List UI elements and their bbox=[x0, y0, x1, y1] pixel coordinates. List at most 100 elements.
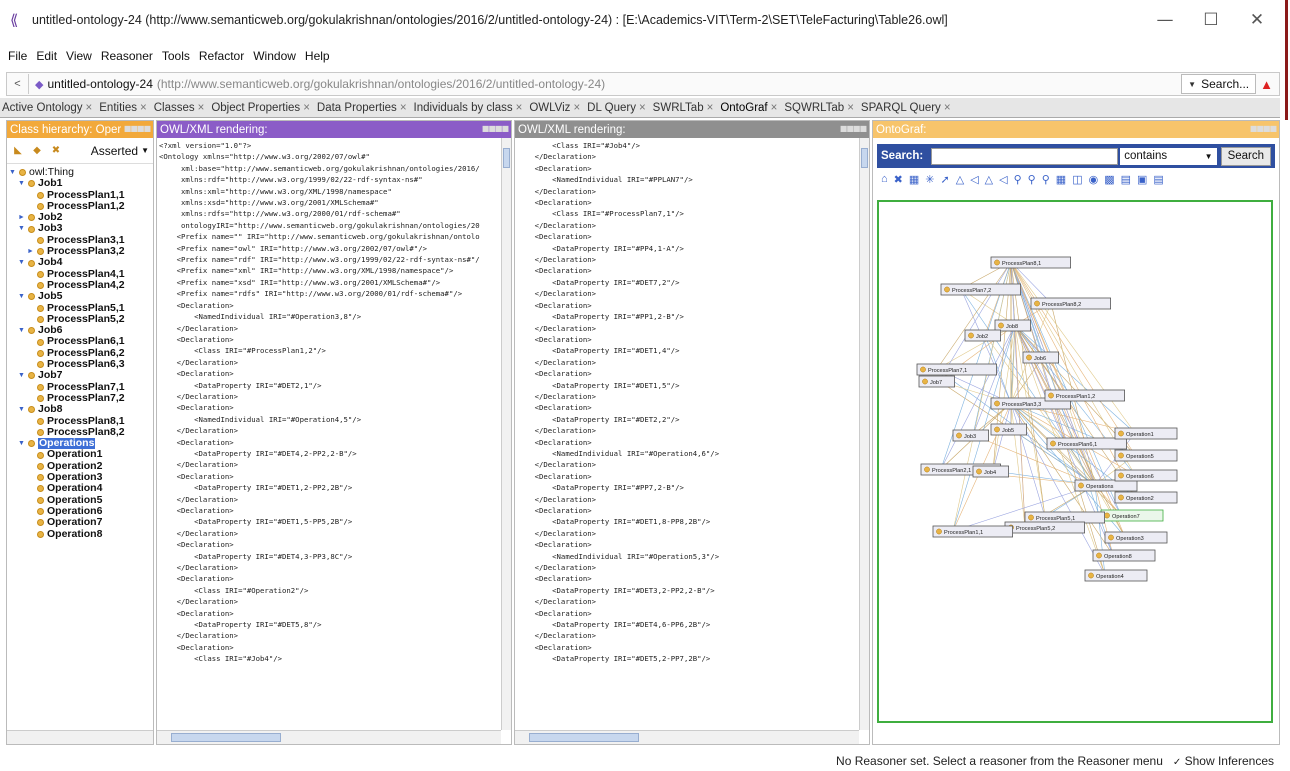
graph-node[interactable]: Job5 bbox=[990, 423, 1027, 436]
tree-toggle-icon[interactable]: ► bbox=[27, 246, 37, 257]
graph-node[interactable]: Operation8 bbox=[1092, 549, 1156, 562]
tree-toggle-icon[interactable]: ▼ bbox=[9, 167, 19, 178]
tree-toggle-icon[interactable]: ▼ bbox=[18, 257, 28, 268]
horizontal-scrollbar[interactable] bbox=[157, 730, 501, 744]
graph-node[interactable]: Job3 bbox=[952, 429, 989, 442]
horizontal-tree-icon[interactable]: ◁ bbox=[970, 173, 978, 186]
zoom-out-icon[interactable]: ⚲ bbox=[1028, 173, 1036, 186]
tab-swrltab[interactable]: SWRLTab × bbox=[651, 102, 719, 114]
add-sibling-icon[interactable]: ◆ bbox=[30, 144, 44, 158]
graph-node[interactable]: ProcessPlan8,2 bbox=[1030, 297, 1111, 310]
tree-node[interactable]: ProcessPlan1,2 bbox=[9, 200, 153, 212]
show-inferences-toggle[interactable]: ✓ Show Inferences bbox=[1173, 754, 1274, 768]
tree-node[interactable]: ProcessPlan4,2 bbox=[9, 279, 153, 291]
vertical-tree-icon[interactable]: △ bbox=[985, 173, 993, 186]
graph-node[interactable]: Job2 bbox=[964, 329, 1001, 342]
graph-node[interactable]: Job6 bbox=[1022, 351, 1059, 364]
tree-layout-icon[interactable]: △ bbox=[956, 173, 964, 186]
zoom-fit-icon[interactable]: ⚲ bbox=[1042, 173, 1050, 186]
directed-layout-icon[interactable]: ◁ bbox=[999, 173, 1007, 186]
view-controls-icon[interactable]: ■■■■ bbox=[124, 124, 151, 133]
tab-data-properties[interactable]: Data Properties × bbox=[315, 102, 412, 114]
graph-node[interactable]: Operation2 bbox=[1114, 491, 1178, 504]
ontograf-search-button[interactable]: Search bbox=[1220, 146, 1271, 166]
add-subclass-icon[interactable]: ◣ bbox=[11, 144, 25, 158]
remove-node-icon[interactable]: ✖ bbox=[894, 173, 903, 186]
graph-node[interactable]: ProcessPlan8,1 bbox=[990, 256, 1071, 269]
node-filter-icon[interactable]: ◫ bbox=[1072, 173, 1082, 186]
home-icon[interactable]: ⌂ bbox=[881, 173, 888, 185]
tab-close-icon[interactable]: × bbox=[573, 102, 580, 114]
view-controls-icon[interactable]: ■■■■ bbox=[1250, 124, 1277, 133]
tree-toggle-icon[interactable]: ▼ bbox=[18, 438, 28, 449]
tab-individuals-by-class[interactable]: Individuals by class × bbox=[412, 102, 528, 114]
delete-class-icon[interactable]: ✖ bbox=[49, 144, 63, 158]
tree-node[interactable]: Operation4 bbox=[9, 483, 153, 494]
ontograf-search-input[interactable] bbox=[931, 147, 1119, 165]
graph-node[interactable]: Operation7 bbox=[1100, 509, 1164, 522]
fullscreen-icon[interactable]: ▤ bbox=[1153, 173, 1163, 186]
ontograf-graph[interactable]: ProcessPlan8,1 ProcessPlan7,2 ProcessPlan8… bbox=[879, 202, 1271, 721]
spring-layout-icon[interactable]: ➚ bbox=[941, 173, 950, 186]
tab-close-icon[interactable]: × bbox=[140, 102, 147, 114]
menu-reasoner[interactable]: Reasoner bbox=[101, 49, 153, 63]
minimize-button[interactable]: — bbox=[1142, 10, 1188, 30]
tab-close-icon[interactable]: × bbox=[400, 102, 407, 114]
tree-node[interactable]: ProcessPlan7,2 bbox=[9, 392, 153, 404]
view-controls-icon[interactable]: ■■■■ bbox=[840, 124, 867, 133]
tab-ontograf[interactable]: OntoGraf × bbox=[718, 102, 782, 114]
menu-view[interactable]: View bbox=[66, 49, 92, 63]
save-image-icon[interactable]: ▤ bbox=[1121, 173, 1131, 186]
graph-node[interactable]: ProcessPlan6,1 bbox=[1046, 437, 1127, 450]
vertical-scrollbar[interactable] bbox=[859, 138, 869, 730]
tree-node[interactable]: ProcessPlan6,3 bbox=[9, 358, 153, 370]
export-icon[interactable]: ▩ bbox=[1104, 173, 1114, 186]
ontology-name[interactable]: untitled-ontology-24 bbox=[47, 77, 152, 91]
tab-close-icon[interactable]: × bbox=[847, 102, 854, 114]
tree-toggle-icon[interactable]: ▼ bbox=[18, 370, 28, 381]
horizontal-scrollbar[interactable] bbox=[7, 730, 153, 744]
tree-node[interactable]: ► ProcessPlan3,2 bbox=[9, 245, 153, 257]
arc-filter-icon[interactable]: ◉ bbox=[1089, 173, 1099, 186]
tab-close-icon[interactable]: × bbox=[516, 102, 523, 114]
close-button[interactable]: ✕ bbox=[1234, 10, 1280, 30]
menu-help[interactable]: Help bbox=[305, 49, 330, 63]
graph-node[interactable]: Job4 bbox=[972, 465, 1009, 478]
graph-node[interactable]: Operation4 bbox=[1084, 569, 1148, 582]
menu-file[interactable]: File bbox=[8, 49, 27, 63]
match-mode-dropdown[interactable]: contains ▼ bbox=[1120, 147, 1217, 165]
graph-node[interactable]: Operation5 bbox=[1114, 449, 1178, 462]
view-controls-icon[interactable]: ■■■■ bbox=[482, 124, 509, 133]
graph-node[interactable]: ProcessPlan1,2 bbox=[1044, 389, 1125, 402]
graph-node[interactable]: Operation1 bbox=[1114, 427, 1178, 440]
tab-dl-query[interactable]: DL Query × bbox=[585, 102, 651, 114]
tab-close-icon[interactable]: × bbox=[198, 102, 205, 114]
tab-sparql-query[interactable]: SPARQL Query × bbox=[859, 102, 956, 114]
maximize-button[interactable]: ☐ bbox=[1188, 10, 1234, 30]
filter-icon[interactable]: ▦ bbox=[1056, 173, 1066, 186]
tab-close-icon[interactable]: × bbox=[771, 102, 778, 114]
horizontal-scrollbar[interactable] bbox=[515, 730, 859, 744]
graph-node[interactable]: ProcessPlan7,2 bbox=[940, 283, 1021, 296]
tree-node[interactable]: Operation7 bbox=[9, 516, 153, 528]
tab-close-icon[interactable]: × bbox=[86, 102, 93, 114]
entity-search-box[interactable]: ▼ Search... bbox=[1181, 74, 1257, 94]
tree-toggle-icon[interactable]: ▼ bbox=[18, 325, 28, 336]
tree-toggle-icon[interactable]: ▼ bbox=[18, 291, 28, 302]
tree-node[interactable]: ▼ Job8 bbox=[9, 403, 153, 415]
tree-node[interactable]: ProcessPlan5,2 bbox=[9, 313, 153, 325]
vertical-scrollbar[interactable] bbox=[501, 138, 511, 730]
tree-node[interactable]: ► Job2 bbox=[9, 211, 153, 223]
tree-toggle-icon[interactable]: ▼ bbox=[18, 404, 28, 415]
asserted-dropdown[interactable]: Asserted ▼ bbox=[91, 144, 149, 158]
tree-node[interactable]: Operation8 bbox=[9, 528, 153, 540]
zoom-in-icon[interactable]: ⚲ bbox=[1014, 173, 1022, 186]
warning-icon[interactable]: ▲ bbox=[1260, 77, 1273, 92]
tab-owlviz[interactable]: OWLViz × bbox=[527, 102, 585, 114]
ontograf-canvas[interactable]: ProcessPlan8,1 ProcessPlan7,2 ProcessPlan8… bbox=[877, 200, 1273, 723]
graph-node[interactable]: Operation6 bbox=[1114, 469, 1178, 482]
tree-toggle-icon[interactable]: ► bbox=[18, 212, 28, 223]
grid-layout-icon[interactable]: ▦ bbox=[909, 173, 919, 186]
back-button[interactable]: < bbox=[7, 74, 29, 94]
menu-refactor[interactable]: Refactor bbox=[199, 49, 244, 63]
